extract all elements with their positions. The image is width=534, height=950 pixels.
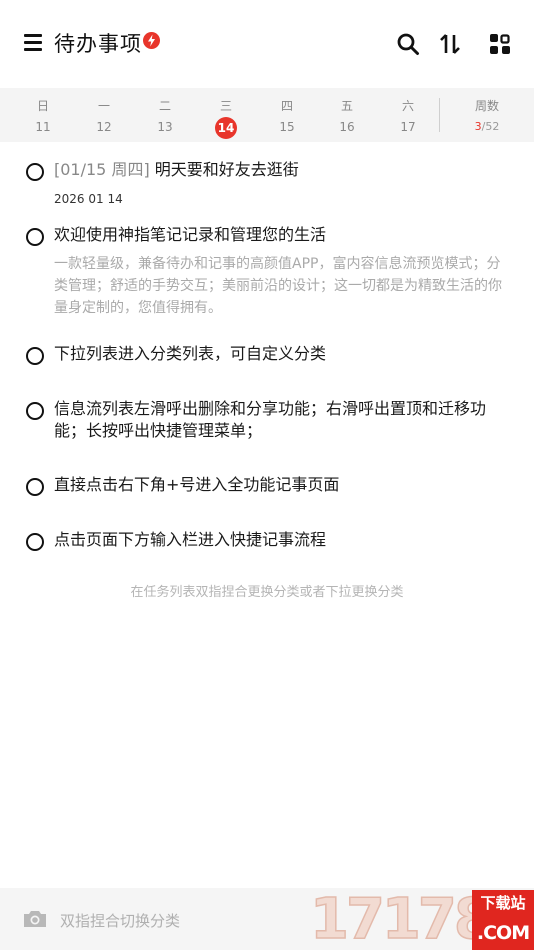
- day-name: 二: [158, 99, 171, 113]
- day-number: 13: [157, 120, 173, 134]
- day-name: 一: [97, 99, 110, 113]
- task-checkbox[interactable]: [26, 402, 44, 420]
- watermark-badge: 下载站 .COM: [472, 890, 534, 950]
- menu-icon[interactable]: [24, 34, 42, 52]
- app-header: 待办事项: [0, 0, 534, 88]
- watermark-bottom-text: .COM: [476, 922, 530, 944]
- task-checkbox[interactable]: [26, 228, 44, 246]
- task-title: 点击页面下方输入栏进入快捷记事流程: [54, 530, 327, 549]
- task-title: 直接点击右下角+号进入全功能记事页面: [54, 475, 340, 494]
- task-description: 一款轻量级，兼备待办和记事的高颜值APP，富内容信息流预览模式；分类管理；舒适的…: [54, 256, 502, 316]
- week-number-label: 周数: [474, 99, 499, 113]
- task-checkbox[interactable]: [26, 163, 44, 181]
- day-tue[interactable]: 二 13: [145, 88, 185, 142]
- day-sun[interactable]: 日 11: [23, 88, 63, 142]
- search-icon[interactable]: [396, 32, 420, 56]
- day-sat[interactable]: 六 17: [388, 88, 428, 142]
- task-checkbox[interactable]: [26, 478, 44, 496]
- day-name: 六: [401, 99, 414, 113]
- day-mon[interactable]: 一 12: [84, 88, 124, 142]
- day-number: 15: [279, 120, 295, 134]
- today-badge: 14: [215, 117, 237, 139]
- day-wed-today[interactable]: 三 14: [206, 88, 246, 142]
- day-number: 16: [339, 120, 355, 134]
- grid-icon[interactable]: [488, 32, 512, 56]
- task-title: [01/15 周四] 明天要和好友去逛街: [54, 159, 514, 181]
- task-date-prefix: [01/15 周四]: [54, 160, 150, 179]
- day-thu[interactable]: 四 15: [267, 88, 307, 142]
- day-number: 11: [35, 120, 51, 134]
- task-title: 欢迎使用神指笔记记录和管理您的生活: [54, 225, 327, 244]
- day-name: 日: [36, 99, 49, 113]
- week-divider: [439, 98, 440, 132]
- page-title: 待办事项: [54, 32, 142, 56]
- watermark-digits: 17178: [309, 887, 493, 950]
- task-checkbox[interactable]: [26, 533, 44, 551]
- week-number-total: /52: [481, 120, 500, 133]
- task-date: 2026 01 14: [54, 192, 123, 206]
- day-name: 三: [219, 99, 232, 113]
- watermark-top-text: 下载站: [480, 894, 526, 912]
- day-number: 12: [96, 120, 112, 134]
- day-name: 四: [280, 99, 293, 113]
- week-number-current: 3: [474, 120, 482, 133]
- hint-text: 在任务列表双指捏合更换分类或者下拉更换分类: [130, 585, 404, 600]
- day-name: 五: [340, 99, 353, 113]
- day-number: 17: [400, 120, 416, 134]
- week-number-value: 3/52: [458, 120, 516, 133]
- task-title-text: 明天要和好友去逛街: [154, 160, 299, 179]
- week-strip: 日 11 一 12 二 13 三 14 四 15 五 16 六 17 周数 3/…: [0, 88, 534, 142]
- task-title: 下拉列表进入分类列表，可自定义分类: [54, 344, 327, 363]
- sort-icon[interactable]: [438, 32, 462, 56]
- lightning-icon: [143, 32, 160, 49]
- watermark-logo: 17178 下载站 .COM: [309, 887, 534, 950]
- camera-icon[interactable]: [22, 909, 48, 929]
- week-number[interactable]: 周数 3/52: [458, 88, 516, 142]
- task-title: 信息流列表左滑呼出删除和分享功能；右滑呼出置顶和迁移功能；长按呼出快捷管理菜单；: [54, 399, 487, 440]
- quick-input-field[interactable]: 双指捏合切换分类: [60, 910, 180, 931]
- day-fri[interactable]: 五 16: [327, 88, 367, 142]
- task-checkbox[interactable]: [26, 347, 44, 365]
